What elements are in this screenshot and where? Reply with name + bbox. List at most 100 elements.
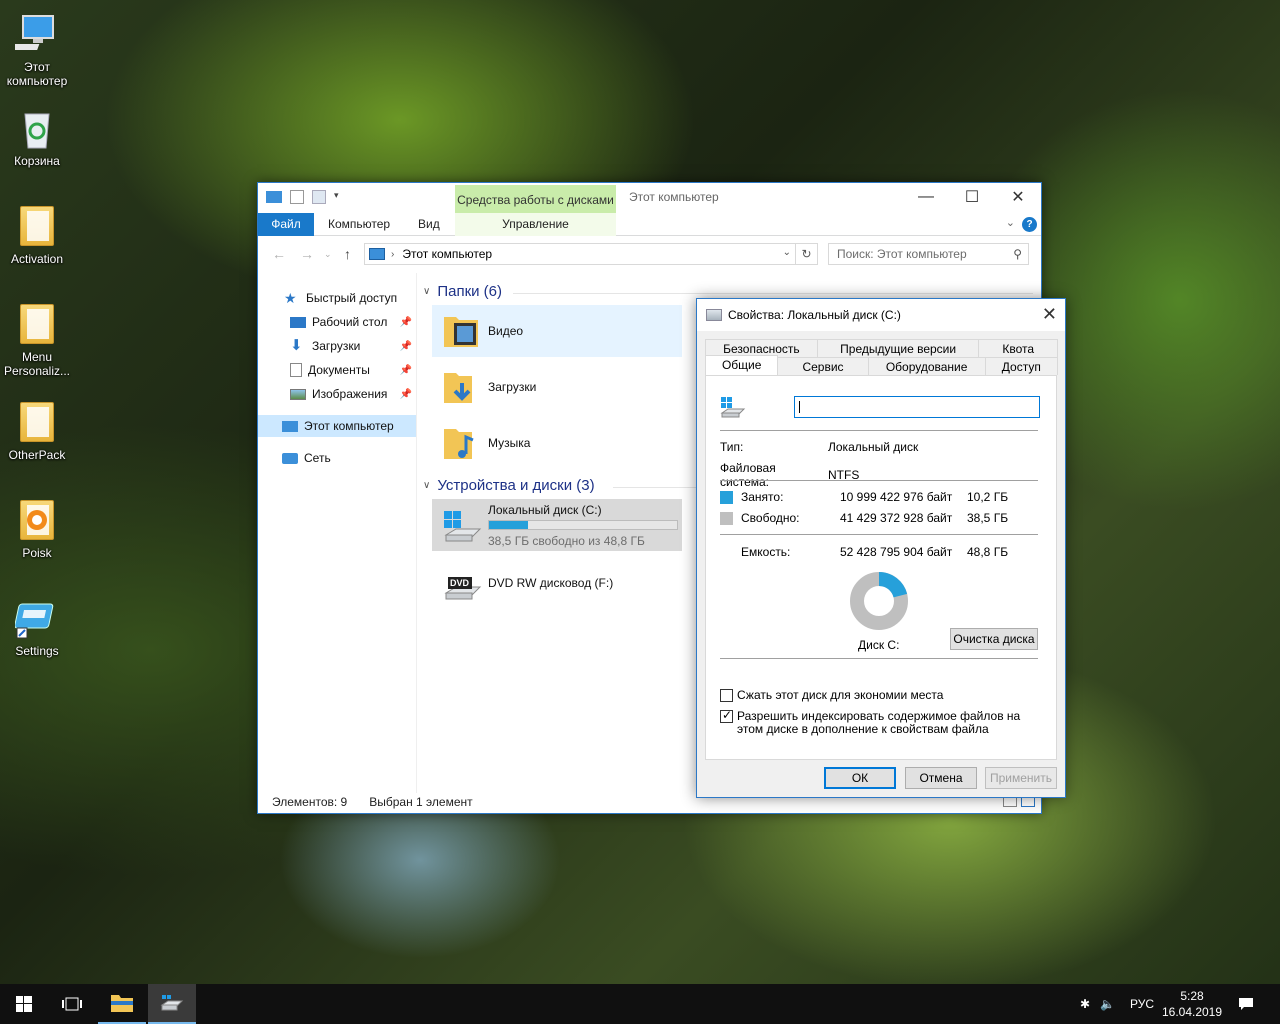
recent-locations-icon[interactable]: ⌄ xyxy=(324,249,332,260)
nav-label: Рабочий стол xyxy=(312,315,388,329)
tab-manage[interactable]: Управление xyxy=(455,213,616,236)
capacity-bytes: 52 428 795 904 байт xyxy=(840,545,953,559)
nav-documents[interactable]: Документы 📌 xyxy=(258,359,416,381)
back-arrow-icon[interactable]: ← xyxy=(272,246,286,262)
folder-tile-music[interactable]: Музыка xyxy=(432,417,682,469)
capacity-label: Емкость: xyxy=(741,545,791,559)
desktop-icon xyxy=(290,316,306,328)
tab-quota[interactable]: Квота xyxy=(978,339,1059,357)
drive-name-input[interactable] xyxy=(794,396,1040,418)
nav-this-pc[interactable]: Этот компьютер xyxy=(258,415,416,437)
disk-cleanup-button[interactable]: Очистка диска xyxy=(950,628,1038,650)
drive-icon xyxy=(706,309,722,321)
address-bar[interactable]: › Этот компьютер ⌄ ↻ xyxy=(364,243,818,265)
drive-usage-bar xyxy=(488,519,678,530)
maximize-button[interactable]: ☐ xyxy=(949,183,995,211)
folders-group-header[interactable]: ∨ Папки (6) xyxy=(423,283,1033,300)
music-folder-icon xyxy=(442,423,482,463)
desktop-icon-label: Activation xyxy=(10,252,64,266)
start-button[interactable] xyxy=(0,984,48,1024)
divider xyxy=(720,430,1038,431)
pin-icon[interactable]: 📌 xyxy=(400,389,412,400)
tab-computer[interactable]: Компьютер xyxy=(328,213,390,236)
disk-label: Диск C: xyxy=(858,638,900,652)
drive-info: Локальный диск (C:) 38,5 ГБ свободно из … xyxy=(488,503,678,548)
apply-button[interactable]: Применить xyxy=(985,767,1057,789)
ok-button[interactable]: ОК xyxy=(824,767,896,789)
nav-pictures[interactable]: Изображения 📌 xyxy=(258,383,416,405)
forward-arrow-icon[interactable]: → xyxy=(300,246,314,262)
desktop-icon-otherpack[interactable]: OtherPack xyxy=(2,400,72,462)
taskbar-properties-window[interactable] xyxy=(148,984,196,1024)
folder-icon xyxy=(15,302,59,346)
properties-icon[interactable] xyxy=(290,190,304,204)
up-arrow-icon[interactable]: ↑ xyxy=(344,246,351,262)
desktop-icon-settings[interactable]: Settings xyxy=(2,596,72,658)
tab-file[interactable]: Файл xyxy=(258,213,314,236)
language-indicator[interactable]: РУС xyxy=(1130,984,1154,1024)
drive-tile-dvd[interactable]: DVD DVD RW дисковод (F:) xyxy=(432,557,682,609)
drive-tile-c[interactable]: Локальный диск (C:) 38,5 ГБ свободно из … xyxy=(432,499,682,551)
pin-icon[interactable]: 📌 xyxy=(400,317,412,328)
tab-view[interactable]: Вид xyxy=(418,213,440,236)
task-view-button[interactable] xyxy=(48,984,96,1024)
close-button[interactable]: ✕ xyxy=(995,183,1041,211)
dialog-titlebar[interactable]: Свойства: Локальный диск (C:) ✕ xyxy=(697,299,1065,331)
speaker-icon[interactable]: 🔈 xyxy=(1100,984,1115,1024)
address-row: ← → ⌄ ↑ › Этот компьютер ⌄ ↻ Поиск: Этот… xyxy=(258,239,1041,269)
index-label: Разрешить индексировать содержимое файло… xyxy=(737,709,1021,736)
search-input[interactable]: Поиск: Этот компьютер ⚲ xyxy=(828,243,1029,265)
search-placeholder: Поиск: Этот компьютер xyxy=(837,247,967,261)
tab-sharing[interactable]: Доступ xyxy=(984,357,1059,375)
pane-splitter[interactable] xyxy=(416,273,417,793)
chevron-down-icon[interactable]: ▾ xyxy=(334,190,342,204)
pin-icon[interactable]: 📌 xyxy=(400,365,412,376)
desktop-icon-menu-personaliz[interactable]: Menu Personaliz... xyxy=(2,302,72,378)
desktop-icon-poisk[interactable]: Poisk xyxy=(2,498,72,560)
desktop-icon-this-pc[interactable]: Этот компьютер xyxy=(2,12,72,88)
compress-option[interactable]: Сжать этот диск для экономии места xyxy=(720,688,943,702)
nav-desktop[interactable]: Рабочий стол 📌 xyxy=(258,311,416,333)
text-caret xyxy=(799,401,800,413)
explorer-titlebar[interactable]: ▾ Средства работы с дисками Этот компьют… xyxy=(258,183,1041,213)
used-space-swatch xyxy=(720,490,733,504)
tab-tools[interactable]: Сервис xyxy=(777,357,869,375)
pictures-icon xyxy=(290,388,306,400)
compress-checkbox[interactable] xyxy=(720,688,733,702)
close-icon[interactable]: ✕ xyxy=(1042,304,1057,325)
chevron-down-icon[interactable]: ⌄ xyxy=(783,247,791,258)
tab-general[interactable]: Общие xyxy=(705,355,779,375)
desktop-icon-recycle-bin[interactable]: Корзина xyxy=(2,106,72,168)
new-folder-icon[interactable] xyxy=(312,190,326,204)
index-checkbox[interactable] xyxy=(720,708,733,723)
dialog-title: Свойства: Локальный диск (C:) xyxy=(728,308,901,322)
nav-downloads[interactable]: ⬇ Загрузки 📌 xyxy=(258,335,416,357)
folder-tile-video[interactable]: Видео xyxy=(432,305,682,357)
status-bar: Элементов: 9 Выбран 1 элемент xyxy=(272,795,473,809)
tab-row-bottom: Общие Сервис Оборудование Доступ xyxy=(705,355,1059,375)
taskbar-file-explorer[interactable] xyxy=(98,984,146,1024)
type-row: Тип: Локальный диск xyxy=(720,440,918,454)
cancel-button[interactable]: Отмена xyxy=(905,767,977,789)
tab-hardware[interactable]: Оборудование xyxy=(867,357,986,375)
expand-ribbon-icon[interactable]: ⌄ xyxy=(1006,216,1015,229)
help-icon[interactable]: ? xyxy=(1022,217,1037,232)
index-option[interactable]: Разрешить индексировать содержимое файло… xyxy=(720,708,1042,736)
tab-previous-versions[interactable]: Предыдущие версии xyxy=(816,339,980,357)
nav-network[interactable]: Сеть xyxy=(258,447,416,469)
network-icon xyxy=(282,452,298,464)
devices-group-header[interactable]: ∨ Устройства и диски (3) xyxy=(423,477,1033,494)
pc-icon xyxy=(369,248,385,260)
network-status-icon[interactable]: ✱ xyxy=(1080,984,1090,1024)
minimize-button[interactable]: — xyxy=(903,183,949,211)
document-icon xyxy=(290,363,302,377)
taskbar: ✱ 🔈 РУС 5:28 16.04.2019 xyxy=(0,984,1280,1024)
refresh-icon[interactable]: ↻ xyxy=(795,244,817,264)
pin-icon[interactable]: 📌 xyxy=(400,341,412,352)
action-center-icon[interactable] xyxy=(1238,984,1254,1024)
clock[interactable]: 5:28 16.04.2019 xyxy=(1160,988,1224,1020)
folder-tile-downloads[interactable]: Загрузки xyxy=(432,361,682,413)
disk-caption: Диск C: xyxy=(858,638,899,652)
nav-quick-access[interactable]: ★ Быстрый доступ xyxy=(258,287,416,309)
desktop-icon-activation[interactable]: Activation xyxy=(2,204,72,266)
